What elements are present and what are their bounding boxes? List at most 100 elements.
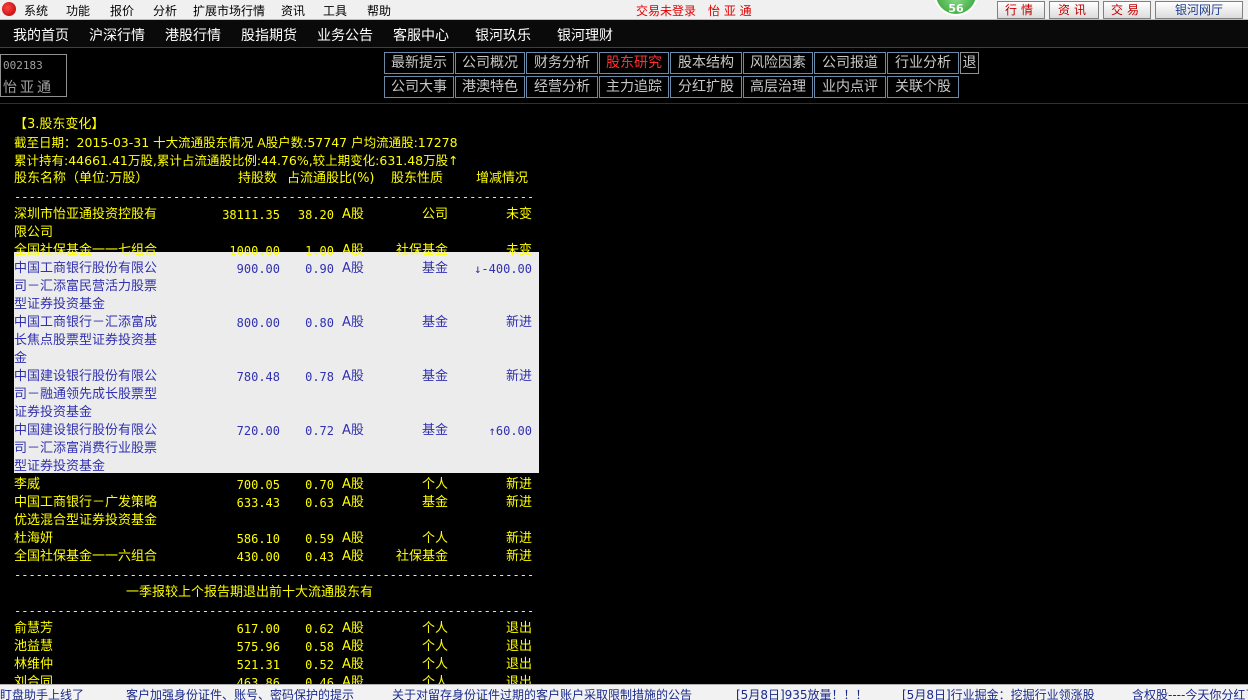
ticker-item[interactable]: 盯盘助手上线了 <box>0 686 84 700</box>
menu-quote[interactable]: 报价 <box>110 2 134 19</box>
holder-ratio: 0.90 <box>305 262 334 276</box>
tab-industry-analysis[interactable]: 行业分析 <box>887 52 959 74</box>
tab-hkmacau-features[interactable]: 港澳特色 <box>455 76 525 98</box>
exited-name: 林维仲 <box>14 657 54 672</box>
tab-dividends[interactable]: 分红扩股 <box>670 76 742 98</box>
holder-shares: 900.00 <box>236 262 280 276</box>
holder-share-type: A股 <box>342 531 364 546</box>
tab-share-structure[interactable]: 股本结构 <box>670 52 742 74</box>
holder-ratio: 38.20 <box>297 208 334 222</box>
holder-shares: 430.00 <box>236 550 280 564</box>
holder-ratio: 0.80 <box>305 316 334 330</box>
holder-nature: 基金 <box>421 315 448 330</box>
holder-name: 优选混合型证券投资基金 <box>14 513 158 528</box>
summary-line-2: 累计持有:44661.41万股,累计占流通股比例:44.76%,较上期变化:63… <box>14 153 459 168</box>
holder-name: 中国工商银行股份有限公 <box>14 261 158 276</box>
exited-name: 俞慧芳 <box>14 621 54 636</box>
holder-nature: 社保基金 <box>395 243 448 258</box>
stock-code-box[interactable]: 002183 怡亚通 <box>0 54 67 97</box>
tab-risk-factors[interactable]: 风险因素 <box>743 52 813 74</box>
header-name: 股东名称（单位:万股） <box>14 171 149 186</box>
holder-share-type: A股 <box>342 315 364 330</box>
holder-share-type: A股 <box>342 549 364 564</box>
news-button[interactable]: 资讯 <box>1049 1 1099 19</box>
exited-shares: 575.96 <box>236 640 280 654</box>
exited-shares: 521.31 <box>236 658 280 672</box>
menu-analysis[interactable]: 分析 <box>153 2 177 19</box>
holder-shares: 700.05 <box>236 478 280 492</box>
exited-title: 一季报较上个报告期退出前十大流通股东有 <box>126 585 374 600</box>
holder-ratio: 0.43 <box>305 550 334 564</box>
holder-shares: 586.10 <box>236 532 280 546</box>
menu-news[interactable]: 资讯 <box>281 2 305 19</box>
holder-name: 司－融通领先成长股票型 <box>14 387 158 402</box>
exited-nature: 个人 <box>421 657 448 672</box>
exited-name: 池益慧 <box>14 639 54 654</box>
tab-related-stocks[interactable]: 关联个股 <box>887 76 959 98</box>
nav-service-center[interactable]: 客服中心 <box>393 25 449 45</box>
holder-ratio: 0.63 <box>305 496 334 510</box>
holder-name: 型证券投资基金 <box>14 297 106 312</box>
menu-extended-market[interactable]: 扩展市场行情 <box>193 2 265 19</box>
holder-change: 新进 <box>505 315 532 330</box>
tab-main-force-tracking[interactable]: 主力追踪 <box>599 76 669 98</box>
galaxy-hall-button[interactable]: 银河网厅 <box>1155 1 1243 19</box>
menu-help[interactable]: 帮助 <box>367 2 391 19</box>
notification-badge[interactable]: 56 <box>934 0 978 16</box>
tab-industry-comments[interactable]: 业内点评 <box>814 76 886 98</box>
exited-ratio: 0.62 <box>305 622 334 636</box>
holder-ratio: 1.00 <box>305 244 334 258</box>
holder-share-type: A股 <box>342 369 364 384</box>
divider: ----------------------------------------… <box>14 190 532 204</box>
tab-shareholder-research[interactable]: 股东研究 <box>599 52 669 74</box>
ticker-item[interactable]: [5月8日]935放量！！！ <box>736 686 868 700</box>
holder-name: 限公司 <box>14 225 54 240</box>
holder-ratio: 0.78 <box>305 370 334 384</box>
nav-home[interactable]: 我的首页 <box>13 25 69 45</box>
nav-announcements[interactable]: 业务公告 <box>317 25 373 45</box>
holder-share-type: A股 <box>342 495 364 510</box>
nav-index-futures[interactable]: 股指期货 <box>241 25 297 45</box>
current-stock-name: 怡 亚 通 <box>708 4 752 18</box>
trade-button[interactable]: 交易 <box>1103 1 1151 19</box>
ticker-item[interactable]: 客户加强身份证件、账号、密码保护的提示 <box>126 686 354 700</box>
holder-name: 中国工商银行－汇添富成 <box>14 315 158 330</box>
holder-share-type: A股 <box>342 423 364 438</box>
exited-share-type: A股 <box>342 657 364 672</box>
nav-galaxy-jiule[interactable]: 银河玖乐 <box>475 25 531 45</box>
menu-tools[interactable]: 工具 <box>323 2 347 19</box>
exited-share-type: A股 <box>342 621 364 636</box>
holder-shares: 720.00 <box>236 424 280 438</box>
tab-company-overview[interactable]: 公司概况 <box>455 52 525 74</box>
ticker-item[interactable]: 关于对留存身份证件过期的客户账户采取限制措施的公告 <box>392 686 692 700</box>
holder-share-type: A股 <box>342 477 364 492</box>
tab-latest-tips[interactable]: 最新提示 <box>384 52 454 74</box>
nav-hk-market[interactable]: 港股行情 <box>165 25 221 45</box>
holder-shares: 800.00 <box>236 316 280 330</box>
exit-button[interactable]: 退 <box>960 52 979 74</box>
ticker-item[interactable]: [5月8日]行业掘金：挖掘行业领涨股 <box>902 686 1095 700</box>
tab-company-events[interactable]: 公司大事 <box>384 76 454 98</box>
menu-system[interactable]: 系统 <box>24 2 48 19</box>
holder-nature: 基金 <box>421 261 448 276</box>
trade-login-status: 交易未登录 <box>636 4 697 18</box>
tab-governance[interactable]: 高层治理 <box>743 76 813 98</box>
holder-name: 李威 <box>14 477 41 492</box>
holder-nature: 个人 <box>421 477 448 492</box>
holder-name: 深圳市怡亚通投资控股有 <box>14 207 158 222</box>
exited-change: 退出 <box>505 639 532 654</box>
holder-share-type: A股 <box>342 207 364 222</box>
holder-change: 未变 <box>505 243 532 258</box>
nav-shsz-market[interactable]: 沪深行情 <box>89 25 145 45</box>
quote-button[interactable]: 行情 <box>997 1 1045 19</box>
holder-change: 未变 <box>505 207 532 222</box>
tab-operations-analysis[interactable]: 经营分析 <box>526 76 598 98</box>
ticker-item[interactable]: 含权股----今天你分红了吗 <box>1132 686 1248 700</box>
tab-company-reports[interactable]: 公司报道 <box>814 52 886 74</box>
nav-bar: 我的首页 沪深行情 港股行情 股指期货 业务公告 客服中心 银河玖乐 银河理财 <box>0 20 1248 48</box>
tab-financial-analysis[interactable]: 财务分析 <box>526 52 598 74</box>
holder-name: 型证券投资基金 <box>14 459 106 474</box>
holder-nature: 基金 <box>421 423 448 438</box>
menu-function[interactable]: 功能 <box>66 2 90 19</box>
nav-galaxy-finance[interactable]: 银河理财 <box>557 25 613 45</box>
